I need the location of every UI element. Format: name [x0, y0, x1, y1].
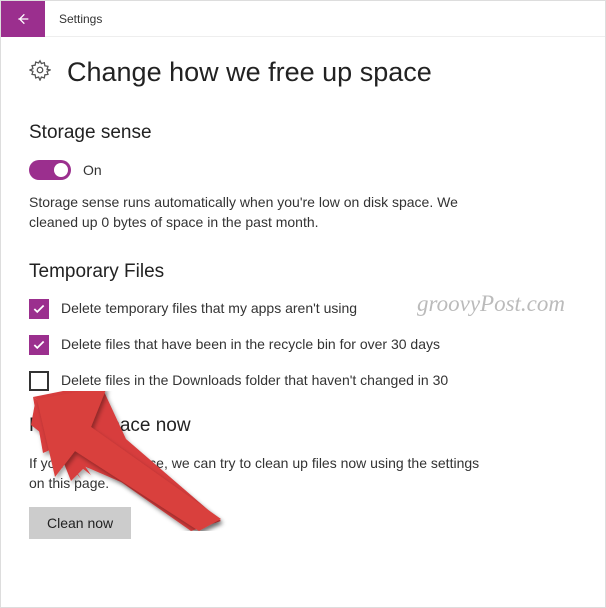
- storage-sense-toggle-row: On: [29, 160, 577, 180]
- checkbox-delete-temp[interactable]: [29, 299, 49, 319]
- check-icon: [32, 338, 46, 352]
- check-label: Delete temporary files that my apps aren…: [61, 299, 357, 319]
- titlebar-label: Settings: [59, 12, 102, 26]
- free-up-description: If you're low on space, we can try to cl…: [29, 453, 489, 494]
- check-label: Delete files that have been in the recyc…: [61, 335, 440, 355]
- content: Change how we free up space Storage sens…: [1, 37, 605, 583]
- clean-now-button[interactable]: Clean now: [29, 507, 131, 539]
- arrow-left-icon: [15, 11, 31, 27]
- page-title: Change how we free up space: [67, 57, 432, 88]
- temporary-files-section: Temporary Files Delete temporary files t…: [29, 261, 577, 391]
- storage-sense-toggle-label: On: [83, 162, 102, 178]
- free-up-section: Free up space now If you're low on space…: [29, 415, 577, 540]
- titlebar: Settings: [1, 1, 605, 37]
- page-header: Change how we free up space: [29, 57, 577, 88]
- storage-sense-toggle[interactable]: [29, 160, 71, 180]
- gear-icon: [29, 59, 51, 86]
- check-icon: [32, 302, 46, 316]
- storage-sense-description: Storage sense runs automatically when yo…: [29, 192, 489, 233]
- temporary-files-heading: Temporary Files: [29, 261, 577, 283]
- checkbox-recycle-bin[interactable]: [29, 335, 49, 355]
- back-button[interactable]: [1, 1, 45, 37]
- checkbox-downloads[interactable]: [29, 371, 49, 391]
- check-row-downloads: Delete files in the Downloads folder tha…: [29, 371, 539, 391]
- check-label: Delete files in the Downloads folder tha…: [61, 371, 448, 391]
- storage-sense-heading: Storage sense: [29, 122, 577, 144]
- free-up-heading: Free up space now: [29, 415, 577, 437]
- storage-sense-section: Storage sense On Storage sense runs auto…: [29, 122, 577, 233]
- check-row-delete-temp: Delete temporary files that my apps aren…: [29, 299, 539, 319]
- check-row-recycle-bin: Delete files that have been in the recyc…: [29, 335, 539, 355]
